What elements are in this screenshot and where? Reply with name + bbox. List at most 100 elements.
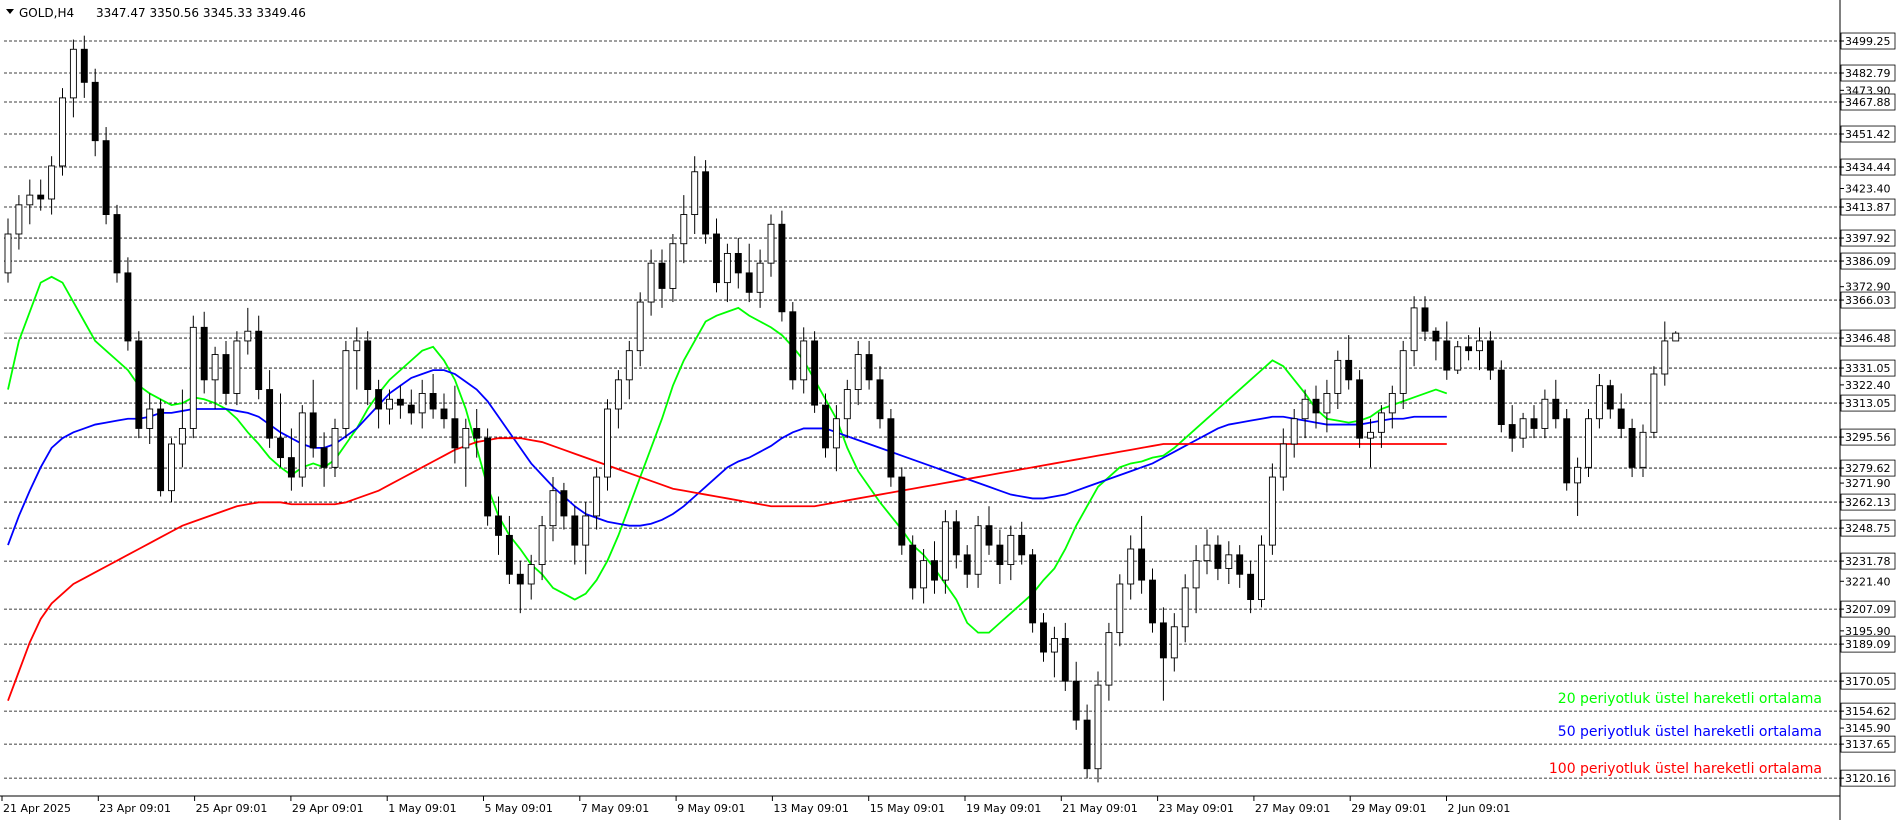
candle-body-up bbox=[1116, 583, 1124, 634]
candle bbox=[1563, 409, 1571, 491]
candle bbox=[157, 399, 165, 497]
price-label: 3451.42 bbox=[1845, 128, 1891, 141]
candle-body-down bbox=[1508, 424, 1516, 439]
candle bbox=[1029, 549, 1037, 633]
candle-body-down bbox=[1497, 369, 1505, 426]
candle-body-up bbox=[669, 243, 677, 289]
candle-body-down bbox=[963, 554, 971, 575]
candle bbox=[789, 302, 797, 390]
candle-body-down bbox=[1138, 548, 1146, 581]
candle-body-up bbox=[59, 97, 66, 167]
candle-body-down bbox=[887, 418, 895, 478]
price-label: 3262.13 bbox=[1845, 496, 1891, 509]
time-label: 2 Jun 09:01 bbox=[1448, 802, 1511, 815]
candle-body-up bbox=[1388, 392, 1396, 414]
candle bbox=[811, 331, 819, 413]
price-label: 3170.05 bbox=[1845, 675, 1891, 688]
time-label: 13 May 09:01 bbox=[773, 802, 848, 815]
candle bbox=[1094, 671, 1102, 783]
candle-body-up bbox=[244, 330, 252, 342]
candle-body-down bbox=[1345, 359, 1353, 381]
candle-body-down bbox=[484, 437, 492, 517]
candle-body-down bbox=[1061, 637, 1069, 682]
price-label: 3207.09 bbox=[1845, 603, 1891, 616]
candle-body-down bbox=[898, 476, 906, 546]
candle-body-down bbox=[778, 223, 786, 313]
price-label: 3271.90 bbox=[1845, 477, 1891, 490]
candle bbox=[135, 331, 143, 439]
price-label: 3386.09 bbox=[1845, 255, 1891, 268]
candle-body-down bbox=[277, 437, 284, 459]
price-label: 3322.40 bbox=[1845, 379, 1891, 392]
candle-body-down bbox=[1356, 379, 1364, 439]
candle-body-down bbox=[713, 233, 720, 284]
candle-body-up bbox=[1519, 418, 1527, 439]
candle-body-up bbox=[1301, 398, 1309, 420]
candle-body-up bbox=[549, 490, 557, 527]
candle-body-up bbox=[1279, 443, 1287, 478]
candle-body-down bbox=[1040, 622, 1047, 653]
price-label: 3346.48 bbox=[1845, 332, 1891, 345]
candle-body-up bbox=[582, 515, 590, 546]
candle-body-up bbox=[146, 408, 154, 429]
price-label: 3221.40 bbox=[1845, 575, 1891, 588]
candle-body-up bbox=[4, 233, 12, 274]
candle bbox=[1356, 370, 1364, 448]
candle-body-up bbox=[1105, 632, 1113, 686]
price-label: 3331.05 bbox=[1845, 362, 1891, 375]
candle-body-down bbox=[1247, 573, 1255, 601]
candle-body-up bbox=[1650, 373, 1658, 433]
chart-header: GOLD,H4 3347.47 3350.56 3345.33 3349.46 bbox=[6, 6, 306, 20]
candle-body-up bbox=[1639, 431, 1647, 468]
time-label: 25 Apr 09:01 bbox=[196, 802, 268, 815]
chart-window: 3499.25 3482.79 3473.90 3467.88 3451.42 3434.… bbox=[0, 0, 1896, 820]
candle-body-down bbox=[1486, 340, 1494, 371]
candle-body-down bbox=[931, 560, 938, 581]
price-label: 3482.79 bbox=[1845, 67, 1891, 80]
candle-body-down bbox=[440, 408, 448, 420]
candle-body-down bbox=[407, 404, 415, 414]
candle-body-up bbox=[767, 223, 775, 264]
candle-body-up bbox=[854, 354, 862, 391]
candle bbox=[1650, 366, 1658, 439]
candle-body-up bbox=[1268, 476, 1276, 546]
candle-body-up bbox=[604, 408, 611, 478]
candle-body-up bbox=[462, 427, 470, 449]
candle-body-down bbox=[113, 214, 121, 274]
time-label: 9 May 09:01 bbox=[677, 802, 745, 815]
candle-body-down bbox=[473, 427, 481, 439]
time-label: 7 May 09:01 bbox=[581, 802, 649, 815]
candle-body-down bbox=[320, 447, 328, 468]
candle-body-down bbox=[1029, 554, 1037, 624]
candle-body-down bbox=[560, 490, 568, 517]
price-label: 3248.75 bbox=[1845, 522, 1891, 535]
candle-body-down bbox=[876, 379, 884, 420]
candle-body-up bbox=[1181, 587, 1189, 628]
candle-body-up bbox=[1203, 544, 1211, 562]
candle bbox=[59, 88, 66, 176]
candle-body-up bbox=[233, 340, 241, 394]
candle-body-down bbox=[985, 525, 993, 546]
candle-body-up bbox=[1410, 307, 1418, 352]
candle-body-down bbox=[135, 340, 143, 429]
candle bbox=[702, 160, 710, 244]
price-label: 3145.90 bbox=[1845, 722, 1891, 735]
candle-body-up bbox=[625, 350, 633, 381]
time-label: 29 May 09:01 bbox=[1351, 802, 1426, 815]
candle-body-up bbox=[1094, 684, 1102, 770]
candle-body-up bbox=[1192, 560, 1200, 589]
candle bbox=[102, 127, 110, 225]
price-label: 3366.03 bbox=[1845, 294, 1891, 307]
candle bbox=[1585, 409, 1592, 478]
candle-body-down bbox=[1465, 346, 1473, 352]
candle-body-down bbox=[811, 340, 819, 406]
candle-body-down bbox=[505, 534, 513, 575]
candle-body-up bbox=[178, 427, 186, 445]
candle-body-up bbox=[48, 165, 56, 200]
time-label: 15 May 09:01 bbox=[870, 802, 945, 815]
candle-body-down bbox=[702, 171, 710, 235]
price-chart[interactable]: 3499.253482.793473.903467.883451.423434.… bbox=[0, 0, 1896, 820]
candle-body-up bbox=[1672, 332, 1680, 342]
candle-body-down bbox=[200, 326, 208, 381]
symbol-label: GOLD,H4 bbox=[19, 6, 74, 20]
